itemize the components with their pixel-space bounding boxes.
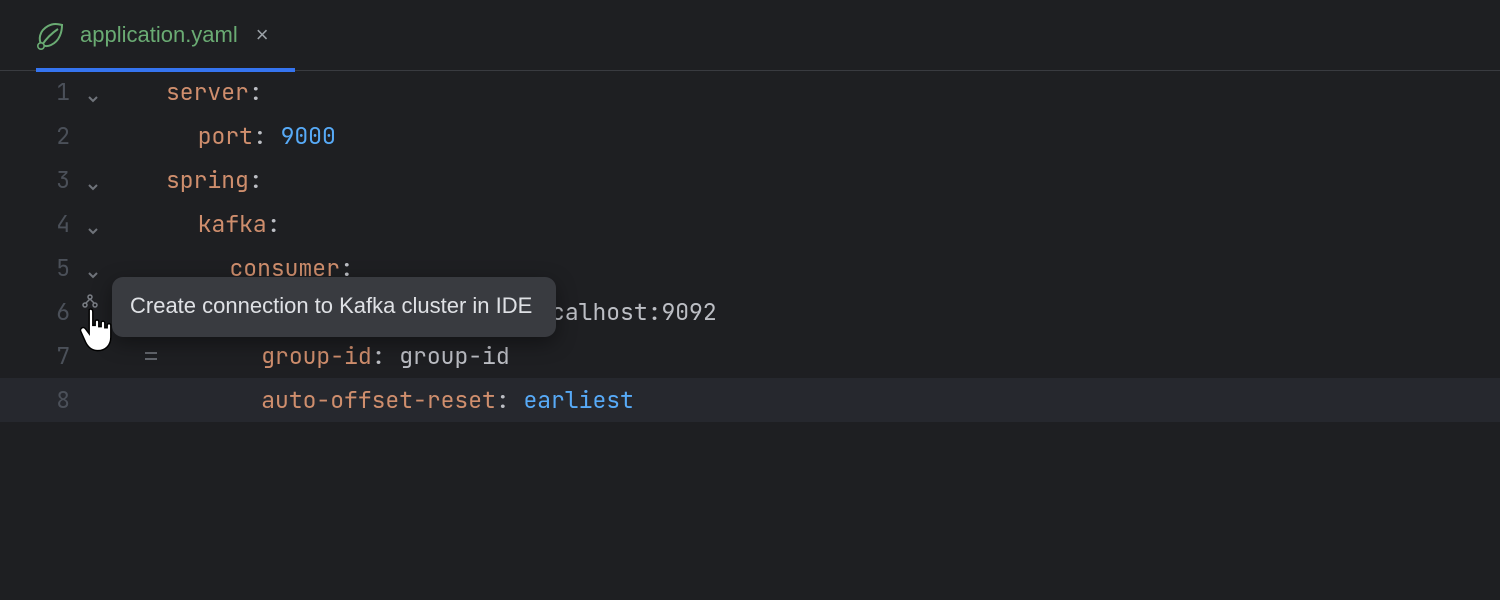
tab-bar: application.yaml × — [0, 0, 1500, 71]
spring-leaf-icon — [34, 19, 66, 51]
line-number: 4 — [30, 209, 70, 239]
line-number: 5 — [30, 253, 70, 283]
inlay-hint-icon — [136, 347, 166, 365]
code-line[interactable]: 2 port: 9000 — [0, 114, 1500, 158]
tab-filename: application.yaml — [80, 22, 238, 48]
fold-toggle[interactable] — [70, 84, 116, 100]
code-line[interactable]: 7 group-id: group-id — [0, 334, 1500, 378]
code-text: kafka: — [166, 209, 281, 239]
code-line[interactable]: 8 auto-offset-reset: earliest — [0, 378, 1500, 422]
chevron-down-icon — [85, 260, 101, 276]
line-number: 7 — [30, 341, 70, 371]
tooltip-text: Create connection to Kafka cluster in ID… — [130, 293, 532, 318]
gutter-tooltip[interactable]: Create connection to Kafka cluster in ID… — [112, 277, 556, 337]
kafka-connect-gutter-icon[interactable] — [78, 290, 102, 314]
line-number: 2 — [30, 121, 70, 151]
code-text: spring: — [166, 165, 263, 195]
fold-toggle[interactable] — [70, 260, 116, 276]
close-icon[interactable]: × — [256, 22, 269, 48]
chevron-down-icon — [85, 84, 101, 100]
chevron-down-icon — [85, 216, 101, 232]
fold-toggle[interactable] — [70, 172, 116, 188]
code-line[interactable]: 3 spring: — [0, 158, 1500, 202]
code-line[interactable]: 4 kafka: — [0, 202, 1500, 246]
line-number: 1 — [30, 77, 70, 107]
code-text: auto-offset-reset: earliest — [166, 385, 634, 415]
line-number: 3 — [30, 165, 70, 195]
editor-tab[interactable]: application.yaml × — [28, 0, 287, 70]
line-number: 6 — [30, 297, 70, 327]
code-line[interactable]: 1 server: — [0, 70, 1500, 114]
code-text: server: — [166, 77, 263, 107]
code-text: group-id: group-id — [166, 341, 510, 371]
fold-toggle[interactable] — [70, 216, 116, 232]
chevron-down-icon — [85, 172, 101, 188]
line-number: 8 — [30, 385, 70, 415]
code-text: port: 9000 — [166, 121, 336, 151]
